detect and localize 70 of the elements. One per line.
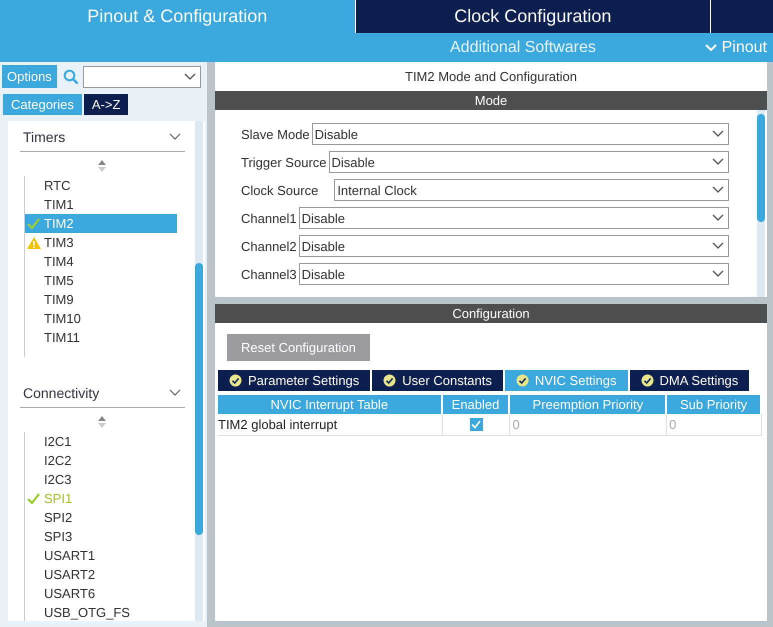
dropdown[interactable]: Internal Clock xyxy=(334,179,729,201)
category-header[interactable]: Timers xyxy=(20,121,185,152)
peripheral-item[interactable]: SPI2 xyxy=(25,508,177,527)
column-header: NVIC Interrupt Table xyxy=(218,395,443,414)
peripheral-item[interactable]: TIM10 xyxy=(25,309,177,328)
peripheral-item[interactable]: TIM9 xyxy=(25,290,177,309)
peripheral-item[interactable]: USART2 xyxy=(25,565,177,584)
column-header: Sub Priority xyxy=(667,395,762,414)
category-header[interactable]: Connectivity xyxy=(20,377,185,408)
check-icon xyxy=(27,493,40,504)
sort-icon[interactable] xyxy=(98,160,106,172)
chevron-icon xyxy=(712,214,724,222)
chevron-icon xyxy=(712,270,724,278)
field-label: Channel1 xyxy=(241,210,297,226)
chevron-icon xyxy=(712,158,724,166)
dropdown[interactable]: Disable xyxy=(328,151,729,173)
scrollbar[interactable] xyxy=(757,110,765,297)
panel-title: TIM2 Mode and Configuration xyxy=(404,68,578,86)
search-icon[interactable] xyxy=(62,68,79,84)
chevron-icon xyxy=(712,130,724,138)
table-cell: TIM2 global interrupt xyxy=(218,414,443,435)
field-label: Channel2 xyxy=(241,238,297,254)
peripheral-item[interactable]: USART1 xyxy=(25,546,177,565)
peripheral-item[interactable]: I2C3 xyxy=(25,470,177,489)
settings-tab[interactable]: DMA Settings xyxy=(630,370,750,391)
check-circle-icon xyxy=(229,374,242,387)
dropdown[interactable]: Disable xyxy=(312,123,729,145)
check-circle-icon xyxy=(516,374,529,387)
peripheral-item[interactable]: TIM3 xyxy=(25,233,177,252)
peripheral-item[interactable]: SPI3 xyxy=(25,527,177,546)
peripheral-item[interactable]: TIM4 xyxy=(25,252,177,271)
check-icon xyxy=(471,420,482,429)
dropdown[interactable]: Disable xyxy=(298,235,729,257)
peripheral-item[interactable]: USB_OTG_FS xyxy=(25,603,177,621)
chevron-icon[interactable] xyxy=(169,133,181,141)
peripheral-item[interactable]: TIM5 xyxy=(25,271,177,290)
configuration-header: Configuration xyxy=(215,304,767,323)
field-label: Channel3 xyxy=(241,266,297,282)
header-tab[interactable]: Clock Configuration xyxy=(354,0,710,33)
table-cell: 0 xyxy=(667,414,762,435)
check-icon xyxy=(27,218,40,229)
checkbox[interactable] xyxy=(470,418,483,431)
chevron-icon xyxy=(712,242,724,250)
dropdown[interactable]: Disable xyxy=(298,263,729,285)
mode-header: Mode xyxy=(215,91,767,110)
column-header: Preemption Priority xyxy=(510,395,668,414)
settings-tab[interactable]: User Constants xyxy=(372,370,503,391)
check-circle-icon xyxy=(383,374,396,387)
field-label: Slave Mode xyxy=(241,126,310,142)
settings-tab[interactable]: Parameter Settings xyxy=(218,370,370,391)
peripheral-item[interactable]: USART6 xyxy=(25,584,177,603)
peripheral-item[interactable]: I2C1 xyxy=(25,432,177,451)
search-field[interactable] xyxy=(82,66,201,88)
peripheral-item[interactable]: TIM1 xyxy=(25,195,177,214)
table-cell: 0 xyxy=(510,414,668,435)
dropdown[interactable]: Disable xyxy=(298,207,729,229)
field-label: Trigger Source xyxy=(241,154,326,170)
peripheral-item[interactable]: I2C2 xyxy=(25,451,177,470)
check-circle-icon xyxy=(640,374,654,387)
chevron-icon[interactable] xyxy=(184,72,196,80)
column-header: Enabled xyxy=(442,395,510,414)
scrollbar[interactable] xyxy=(195,121,203,621)
view-tab[interactable]: A->Z xyxy=(84,94,128,115)
chevron-icon xyxy=(712,186,724,194)
sort-icon[interactable] xyxy=(98,416,106,428)
field-label: Clock Source xyxy=(241,182,318,198)
peripheral-item[interactable]: RTC xyxy=(25,176,177,195)
peripheral-item[interactable]: TIM11 xyxy=(25,328,177,347)
chevron-icon xyxy=(704,42,717,52)
chevron-icon[interactable] xyxy=(169,389,181,397)
